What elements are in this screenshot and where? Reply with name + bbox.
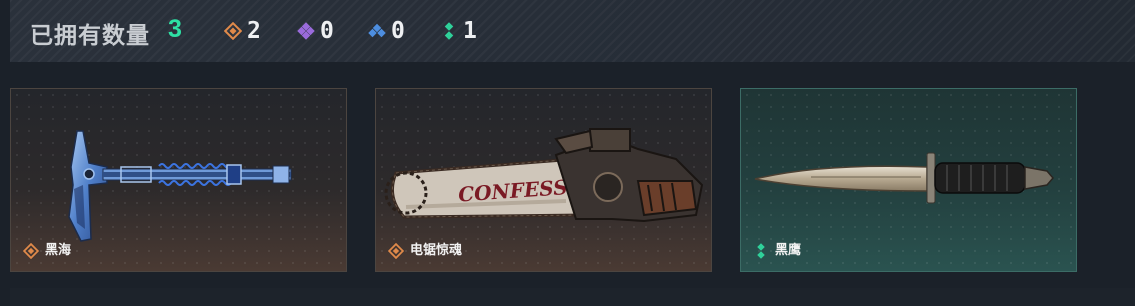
- stat-purple-count: 0: [320, 18, 334, 44]
- orange-diamond-icon: [388, 243, 404, 259]
- purple-diamond-icon: [297, 22, 315, 40]
- stat-orange-count: 2: [247, 18, 261, 44]
- green-dots-icon: [757, 243, 765, 259]
- stat-blue-count: 0: [391, 18, 405, 44]
- stat-purple: 0: [297, 18, 334, 44]
- item-name: 电锯惊魂: [410, 242, 463, 257]
- blue-diamond-icon: [368, 23, 386, 38]
- item-name: 黑鹰: [775, 242, 802, 257]
- stat-blue: 0: [368, 18, 405, 44]
- stat-green-count: 1: [463, 18, 477, 44]
- bottom-strip: [10, 288, 1135, 306]
- owned-count-header: 已拥有数量 3 2 0 0 1: [10, 0, 1135, 62]
- orange-diamond-icon: [23, 243, 39, 259]
- item-card-chainsaw[interactable]: CONFESS 电锯惊魂: [375, 88, 712, 272]
- green-dots-icon: [444, 22, 454, 40]
- owned-total-count: 3: [168, 15, 182, 43]
- owned-count-title: 已拥有数量: [30, 22, 150, 48]
- stat-orange: 2: [224, 18, 261, 44]
- orange-diamond-icon: [224, 22, 242, 40]
- item-name: 黑海: [45, 242, 72, 257]
- item-card-knife[interactable]: 黑鹰: [740, 88, 1077, 272]
- item-card-axe[interactable]: 黑海: [10, 88, 347, 272]
- stat-green: 1: [440, 18, 477, 44]
